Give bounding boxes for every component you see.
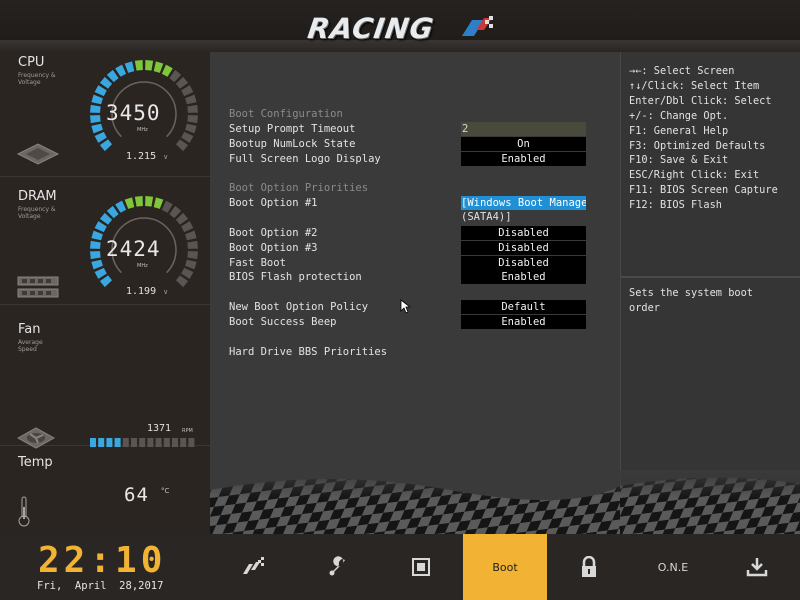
tab-label: Boot bbox=[492, 560, 518, 574]
temp-title: Temp bbox=[18, 455, 53, 470]
setting-value[interactable]: Enabled bbox=[461, 315, 586, 329]
dram-title: DRAM bbox=[18, 189, 57, 204]
tab-boot[interactable]: Boot bbox=[463, 534, 547, 600]
help-divider bbox=[620, 276, 800, 278]
ram-module-icon bbox=[17, 276, 59, 298]
temp-unit: °C bbox=[161, 487, 170, 495]
setting-label[interactable]: Fast Boot bbox=[229, 257, 286, 269]
help-key-line: Enter/Dbl Click: Select bbox=[629, 94, 772, 107]
checkered-flag-icon bbox=[462, 16, 493, 36]
cpu-sub2: Voltage bbox=[18, 79, 41, 86]
section-header: Boot Option Priorities bbox=[229, 182, 369, 194]
section-header: Boot Configuration bbox=[229, 108, 343, 120]
download-icon bbox=[745, 555, 769, 579]
fan-sub1: Average bbox=[18, 339, 43, 346]
cpu-chip-icon bbox=[16, 143, 60, 165]
setting-input[interactable]: 2 bbox=[461, 122, 586, 136]
clock: 22:10 bbox=[38, 540, 167, 581]
wrench-icon bbox=[327, 556, 349, 578]
setting-label[interactable]: Setup Prompt Timeout bbox=[229, 123, 355, 135]
setting-label[interactable]: BIOS Flash protection bbox=[229, 271, 362, 283]
cpu-sub1: Frequency & bbox=[18, 72, 56, 79]
fan-sub2: Speed bbox=[18, 346, 37, 353]
sidebar: CPU Frequency & Voltage 3450 MHz 1.215 V… bbox=[0, 52, 210, 534]
setting-value-continued[interactable]: (SATA4)] bbox=[461, 211, 512, 223]
tab-advanced[interactable] bbox=[296, 534, 380, 600]
help-key-line: +/-: Change Opt. bbox=[629, 109, 729, 122]
setting-label[interactable]: New Boot Option Policy bbox=[229, 301, 368, 313]
help-key-line: F1: General Help bbox=[629, 124, 729, 137]
temp-value: 64 bbox=[124, 484, 149, 506]
racing-logo: RACING bbox=[300, 8, 505, 48]
tab-main[interactable] bbox=[212, 534, 296, 600]
logo-text: RACING bbox=[305, 12, 437, 45]
help-checkered-background bbox=[620, 470, 800, 534]
setting-label[interactable]: Boot Option #2 bbox=[229, 227, 318, 239]
dram-sub2: Voltage bbox=[18, 213, 41, 220]
help-keys: →←: Select Screen ↑↓/Click: Select Item En… bbox=[629, 64, 778, 213]
tab-security[interactable] bbox=[547, 534, 631, 600]
cpu-voltage-unit: V bbox=[164, 155, 168, 161]
tab-chipset[interactable] bbox=[379, 534, 463, 600]
tab-exit[interactable] bbox=[715, 534, 799, 600]
fan-section: Fan Average Speed 1371 RPM bbox=[0, 306, 210, 449]
checkered-flag-background bbox=[210, 470, 620, 534]
setting-value[interactable]: Disabled bbox=[461, 241, 586, 255]
setting-label[interactable]: Full Screen Logo Display bbox=[229, 153, 381, 165]
lock-icon bbox=[580, 556, 598, 578]
help-description: Sets the system boot order bbox=[629, 287, 753, 314]
setting-value[interactable]: Enabled bbox=[461, 152, 586, 166]
help-key-line: F11: BIOS Screen Capture bbox=[629, 184, 778, 197]
tab-label: O.N.E bbox=[657, 560, 689, 574]
setting-label[interactable]: Boot Success Beep bbox=[229, 316, 336, 328]
mouse-cursor-icon bbox=[400, 299, 410, 314]
thermometer-icon bbox=[18, 496, 30, 527]
cpu-title: CPU bbox=[18, 55, 45, 70]
help-key-line: F3: Optimized Defaults bbox=[629, 139, 766, 152]
setting-label[interactable]: Bootup NumLock State bbox=[229, 138, 355, 150]
date: Fri, April 28,2017 bbox=[37, 580, 164, 592]
dram-frequency-value: 2424 bbox=[106, 237, 161, 261]
chip-icon bbox=[410, 556, 432, 578]
setting-value[interactable]: Default bbox=[461, 300, 586, 314]
setting-value[interactable]: Disabled bbox=[461, 226, 586, 240]
help-key-line: ESC/Right Click: Exit bbox=[629, 169, 760, 182]
fan-rpm-unit: RPM bbox=[182, 428, 193, 434]
help-key-line: →←: Select Screen bbox=[629, 65, 735, 77]
racing-flag-icon bbox=[241, 556, 267, 578]
setting-label[interactable]: Hard Drive BBS Priorities bbox=[229, 346, 387, 358]
fan-title: Fan bbox=[18, 322, 41, 337]
help-key-line: ↑↓/Click: Select Item bbox=[629, 79, 760, 92]
setting-value[interactable]: [Windows Boot Manager bbox=[461, 196, 586, 210]
dram-sub1: Frequency & bbox=[18, 206, 56, 213]
setting-value[interactable]: Enabled bbox=[461, 270, 586, 284]
help-key-line: F12: BIOS Flash bbox=[629, 199, 722, 212]
fan-rpm-value: 1371 bbox=[147, 423, 172, 434]
cpu-frequency-unit: MHz bbox=[137, 127, 148, 133]
temp-section: Temp 64 °C bbox=[0, 447, 210, 534]
dram-voltage-unit: V bbox=[164, 290, 168, 296]
cpu-frequency-value: 3450 bbox=[106, 101, 161, 125]
cpu-voltage-value: 1.215 bbox=[126, 151, 157, 162]
cpu-section: CPU Frequency & Voltage 3450 MHz 1.215 V bbox=[0, 52, 210, 177]
header: RACING bbox=[0, 0, 800, 52]
setting-value[interactable]: Disabled bbox=[461, 256, 586, 270]
setting-label[interactable]: Boot Option #1 bbox=[229, 197, 318, 209]
setting-label[interactable]: Boot Option #3 bbox=[229, 242, 318, 254]
tab-one[interactable]: O.N.E bbox=[631, 534, 715, 600]
dram-frequency-unit: MHz bbox=[137, 263, 148, 269]
setting-value[interactable]: On bbox=[461, 137, 586, 151]
help-key-line: F10: Save & Exit bbox=[629, 154, 729, 167]
dram-section: DRAM Frequency & Voltage 2424 MHz 1.199 … bbox=[0, 178, 210, 305]
dram-voltage-value: 1.199 bbox=[126, 286, 157, 297]
